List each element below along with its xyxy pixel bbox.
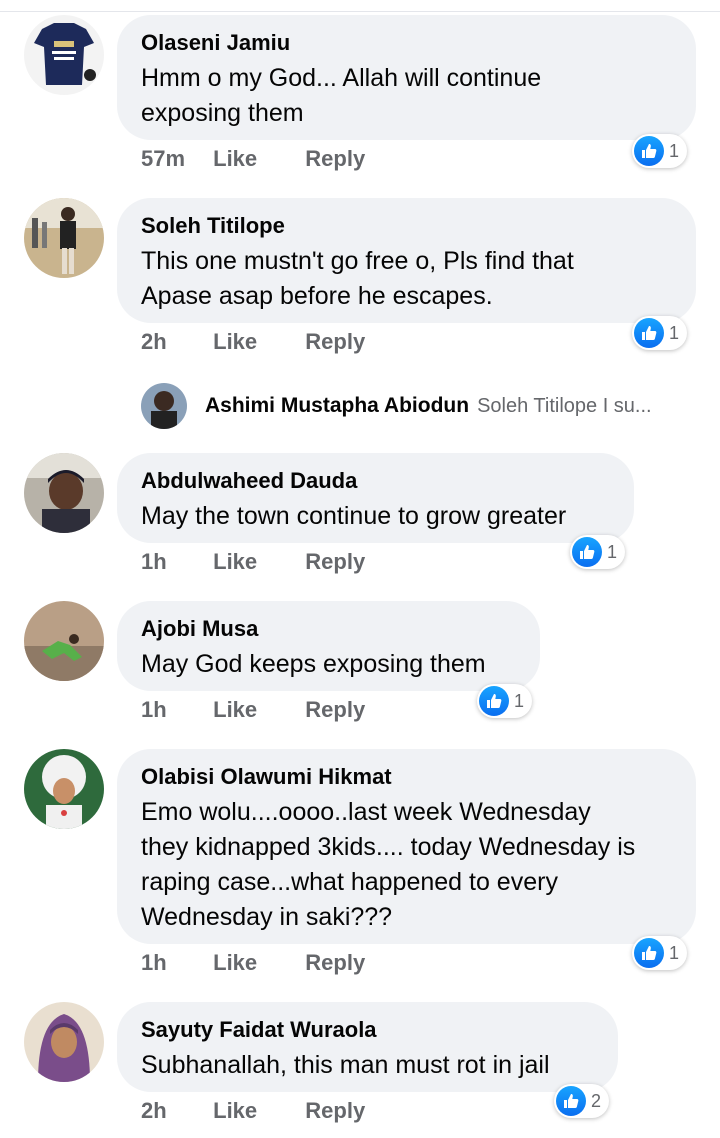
reaction-badge[interactable]: 1 — [632, 134, 688, 168]
like-icon — [572, 537, 602, 567]
comment-text: Subhanallah, this man must rot in jail — [141, 1051, 550, 1079]
comment-time[interactable]: 2h — [141, 327, 207, 357]
like-button[interactable]: Like — [213, 1096, 257, 1126]
top-divider — [0, 11, 720, 12]
like-button[interactable]: Like — [213, 547, 257, 577]
reaction-badge[interactable]: 2 — [554, 1084, 610, 1118]
reaction-count: 1 — [514, 690, 525, 711]
reaction-badge[interactable]: 1 — [632, 316, 688, 350]
comment-actions: 1h Like Reply — [141, 948, 365, 978]
comment-bubble: Olaseni Jamiu Hmm o my God... Allah will… — [117, 15, 696, 140]
like-button[interactable]: Like — [213, 948, 257, 978]
comment-author[interactable]: Abdulwaheed Dauda — [141, 467, 610, 495]
like-button[interactable]: Like — [213, 144, 257, 174]
comment-time[interactable]: 57m — [141, 144, 207, 174]
comment-time[interactable]: 1h — [141, 948, 207, 978]
like-icon — [479, 686, 509, 716]
comment-time[interactable]: 1h — [141, 695, 207, 725]
avatar[interactable] — [24, 749, 104, 829]
comment-text: May the town continue to grow greater — [141, 502, 567, 530]
avatar[interactable] — [24, 1002, 104, 1082]
avatar[interactable] — [24, 453, 104, 533]
reaction-count: 1 — [669, 322, 680, 343]
comment-actions: 1h Like Reply — [141, 547, 365, 577]
comment-text: This one mustn't go free o, Pls find tha… — [141, 247, 574, 310]
reply-button[interactable]: Reply — [305, 327, 365, 357]
reaction-count: 1 — [669, 140, 680, 161]
reaction-count: 2 — [591, 1090, 602, 1111]
comment-bubble: Abdulwaheed Dauda May the town continue … — [117, 453, 634, 543]
comment-bubble: Olabisi Olawumi Hikmat Emo wolu....oooo.… — [117, 749, 696, 944]
avatar[interactable] — [24, 198, 104, 278]
comment-author[interactable]: Soleh Titilope — [141, 212, 672, 240]
reply-button[interactable]: Reply — [305, 547, 365, 577]
like-button[interactable]: Like — [213, 327, 257, 357]
reply-preview[interactable]: Ashimi Mustapha Abiodun Soleh Titilope I… — [141, 382, 652, 430]
comment-author[interactable]: Olaseni Jamiu — [141, 29, 672, 57]
reply-button[interactable]: Reply — [305, 948, 365, 978]
comment-actions: 2h Like Reply — [141, 327, 365, 357]
avatar[interactable] — [24, 601, 104, 681]
like-icon — [634, 318, 664, 348]
reply-snippet: Soleh Titilope I su... — [477, 394, 652, 417]
comment-text: Hmm o my God... Allah will continue expo… — [141, 64, 542, 127]
reply-button[interactable]: Reply — [305, 144, 365, 174]
reaction-badge[interactable]: 1 — [570, 535, 626, 569]
comment-bubble: Ajobi Musa May God keeps exposing them — [117, 601, 540, 691]
like-icon — [634, 938, 664, 968]
like-button[interactable]: Like — [213, 695, 257, 725]
like-icon — [634, 136, 664, 166]
comment-author[interactable]: Olabisi Olawumi Hikmat — [141, 763, 672, 791]
reaction-badge[interactable]: 1 — [477, 684, 533, 718]
comment-time[interactable]: 2h — [141, 1096, 207, 1126]
comment-bubble: Soleh Titilope This one mustn't go free … — [117, 198, 696, 323]
avatar[interactable] — [24, 15, 104, 95]
like-icon — [556, 1086, 586, 1116]
reaction-count: 1 — [607, 541, 618, 562]
reply-author[interactable]: Ashimi Mustapha Abiodun — [205, 394, 469, 418]
reply-button[interactable]: Reply — [305, 695, 365, 725]
comment-bubble: Sayuty Faidat Wuraola Subhanallah, this … — [117, 1002, 618, 1092]
comment-text: May God keeps exposing them — [141, 650, 486, 678]
comment-time[interactable]: 1h — [141, 547, 207, 577]
comment-actions: 2h Like Reply — [141, 1096, 365, 1126]
comment-actions: 1h Like Reply — [141, 695, 365, 725]
comment-author[interactable]: Sayuty Faidat Wuraola — [141, 1016, 594, 1044]
avatar[interactable] — [141, 383, 187, 429]
reaction-badge[interactable]: 1 — [632, 936, 688, 970]
comment-text: Emo wolu....oooo..last week Wednesday th… — [141, 798, 636, 931]
reaction-count: 1 — [669, 942, 680, 963]
reply-button[interactable]: Reply — [305, 1096, 365, 1126]
comment-author[interactable]: Ajobi Musa — [141, 615, 516, 643]
comment-actions: 57m Like Reply — [141, 144, 365, 174]
